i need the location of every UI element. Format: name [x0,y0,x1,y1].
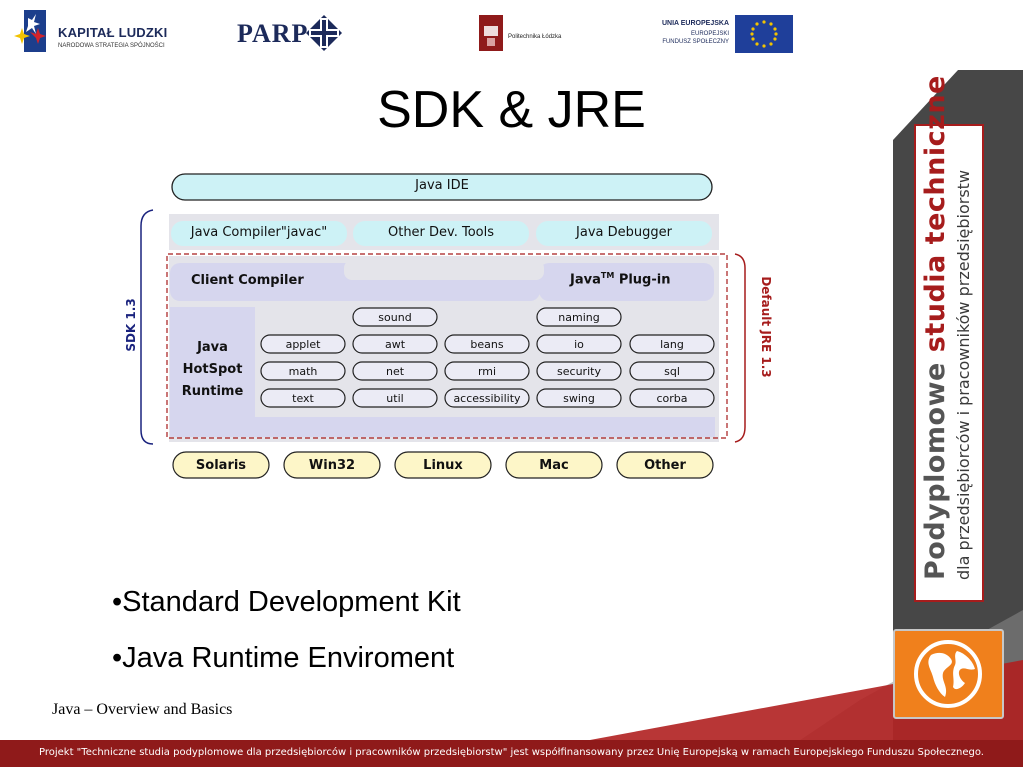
platform-other-label: Other [644,457,686,473]
sdk-jre-diagram: Java IDE Java Compiler"javac" Other Dev.… [59,172,825,479]
library-corba-label: corba [656,391,688,405]
sdk-jre-diagram-graphic [140,173,746,479]
parp-label: PARP [237,19,309,48]
politechnika-label: Politechnika Łódzka [508,34,562,40]
library-text-label: text [292,391,314,405]
library-math-label: math [288,364,318,378]
library-naming-label: naming [558,310,600,324]
library-io-label: io [574,337,584,351]
client-compiler-label: Client Compiler [191,273,304,288]
jre-label: Default JRE 1.3 [759,276,773,378]
program-banner-title: Podyplomowe studia techniczne [920,75,951,580]
slide-title: SDK & JRE [377,81,646,139]
eu-flag-icon [735,15,793,53]
parp-logo: PARP [237,14,347,54]
kapital-ludzki-title: KAPITAŁ LUDZKI [58,25,168,40]
slide-footer-label: Java – Overview and Basics [52,701,233,718]
library-swing-label: swing [563,391,595,405]
program-banner: Podyplomowe studia techniczne dla przeds… [914,75,986,604]
kapital-ludzki-logo: KAPITAŁ LUDZKI NARODOWA STRATEGIA SPÓJNO… [10,8,185,56]
library-sound-label: sound [378,310,412,324]
politechnika-crest-icon [479,15,503,51]
politechnika-logo: Politechnika Łódzka [478,14,588,54]
left-edge-tab [0,286,44,344]
library-sql-label: sql [664,364,680,378]
banner-word-2: studia [920,254,951,353]
project-footer-text: Projekt "Techniczne studia podyplomowe d… [39,747,984,758]
eu-line2: EUROPEJSKI [690,31,729,37]
eu-line3: FUNDUSZ SPOŁECZNY [662,39,729,45]
project-footer-bar: Projekt "Techniczne studia podyplomowe d… [0,740,1023,767]
library-security-label: security [557,364,601,378]
library-applet-label: applet [285,337,321,351]
runtime-floor [170,417,715,437]
library-util-label: util [386,391,404,405]
parp-diamond-icon [306,15,342,51]
runtime-line-2: HotSpot [182,362,243,377]
platform-mac-label: Mac [539,457,569,473]
kapital-ludzki-subtitle: NARODOWA STRATEGIA SPÓJNOŚCI [58,43,165,49]
library-lang-label: lang [660,337,684,351]
logo-header: KAPITAŁ LUDZKI NARODOWA STRATEGIA SPÓJNO… [0,0,1023,70]
java-ide-label: Java IDE [415,178,469,193]
plugin-java: Java [570,272,601,288]
library-rmi-label: rmi [477,364,497,378]
kapital-ludzki-star-icon [14,10,46,52]
platform-solaris-label: Solaris [195,457,247,473]
globe-icon [914,640,982,708]
jre-brace [734,253,746,443]
plugin-label-group: JavaTM Plug-in [570,271,670,287]
eu-logo: UNIA EUROPEJSKA EUROPEJSKI FUNDUSZ SPOŁE… [645,12,795,56]
banner-word-1: Podyplomowe [920,362,951,580]
platform-linux-label: Linux [423,457,463,473]
runtime-line-3: Runtime [181,384,244,399]
eu-line1: UNIA EUROPEJSKA [661,20,729,27]
globe-tile [893,629,1004,719]
program-banner-text: Podyplomowe studia techniczne dla przeds… [916,75,986,604]
library-awt-label: awt [384,337,406,351]
client-compiler-notch [344,260,544,280]
sdk-brace [140,209,154,445]
runtime-line-1: Java [197,340,228,355]
debugger-tool-label: Java Debugger [576,225,672,240]
library-accessibility-label: accessibility [453,391,521,405]
library-net-label: net [385,364,405,378]
bullet-list: •Standard Development Kit •Java Runtime … [112,585,461,697]
program-banner-subtitle: dla przedsiębiorców i pracowników przeds… [954,169,973,580]
library-beans-label: beans [470,337,504,351]
plugin-tm: TM [600,271,615,280]
sdk-label: SDK 1.3 [124,298,138,352]
platform-win32-label: Win32 [308,457,356,473]
compiler-tool-label: Java Compiler"javac" [190,225,328,240]
other-tools-label: Other Dev. Tools [387,225,495,240]
bullet-item: •Standard Development Kit [112,586,461,618]
bullet-item: •Java Runtime Enviroment [112,642,455,674]
plugin-label: Plug-in [618,272,671,288]
